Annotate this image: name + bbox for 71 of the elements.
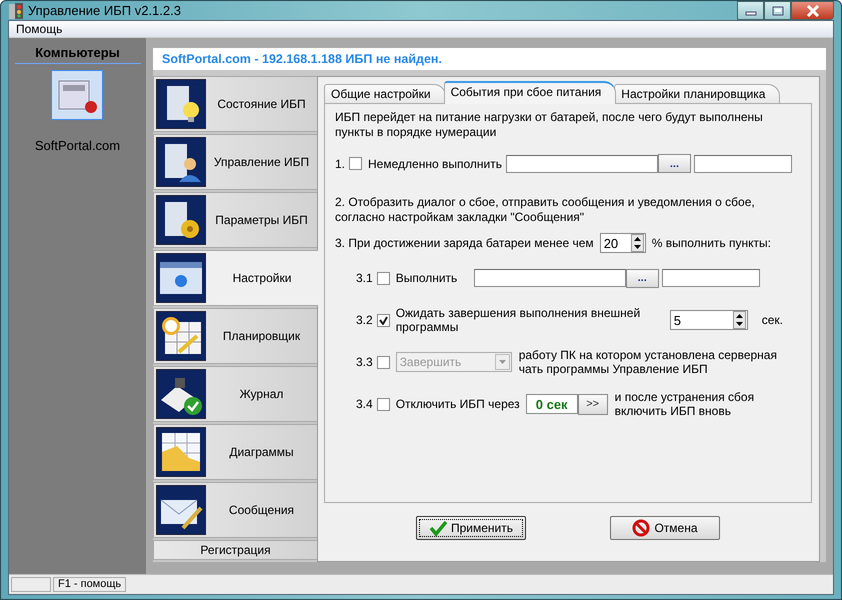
step-label: % выполнить пункты: <box>652 236 771 250</box>
nav-item[interactable]: Регистрация <box>153 540 317 560</box>
printer-check-icon <box>156 369 206 419</box>
tab[interactable]: События при сбое питания <box>444 81 616 104</box>
tab[interactable]: Общие настройки <box>324 84 446 103</box>
computer-name: SoftPortal.com <box>34 138 120 153</box>
step-label: работу ПК на котором установлена серверная чать программы Управление ИБП <box>518 348 778 376</box>
browse-button[interactable]: ... <box>626 268 659 288</box>
window-title: Управление ИБП v2.1.2.3 <box>28 3 182 18</box>
nav-item[interactable]: Управление ИБП <box>153 134 317 190</box>
app-icon <box>8 2 24 20</box>
server-bulb-icon <box>156 79 206 129</box>
envelope-pencil-icon <box>156 485 206 535</box>
panel-title: Компьютеры <box>14 45 140 64</box>
computer-item[interactable] <box>51 70 104 120</box>
menu-item[interactable]: Помощь <box>13 22 66 36</box>
step-label: Ожидать завершения выполнения внешней программы <box>396 306 642 334</box>
nav-item[interactable]: Сообщения <box>153 482 317 538</box>
minimize-button[interactable] <box>737 1 764 20</box>
apply-button[interactable]: Применить <box>416 516 526 540</box>
server-gear-icon <box>156 195 206 245</box>
step-label: 3. При достижении заряда батареи менее чем <box>335 236 594 250</box>
status-panel <box>11 577 51 592</box>
cancel-button[interactable]: Отмена <box>610 516 720 540</box>
step-label: Выполнить <box>396 271 458 285</box>
nav-item[interactable]: Состояние ИБП <box>153 76 317 132</box>
step-label: и после устранения сбоя включить ИБП вновь <box>614 390 756 418</box>
tab[interactable]: Настройки планировщика <box>614 84 780 103</box>
maximize-button[interactable] <box>764 1 791 20</box>
maximize-icon <box>772 6 784 16</box>
checkbox[interactable] <box>376 272 390 284</box>
delay-field[interactable]: 0 сек <box>526 394 578 414</box>
checkbox[interactable] <box>376 398 390 410</box>
step-number: 3.2 <box>356 313 373 327</box>
description-text: ИБП перейдет на питание нагрузки от батарей, после чего будут выполнены пункты в порядке нумерации <box>335 110 764 140</box>
browse-button[interactable]: ... <box>658 154 691 173</box>
step-description: 2. Отобразить диалог о сбое, отправить сообщения и уведомления о сбое, согласно настройкам закладки "Сообщения" <box>335 195 756 225</box>
area-chart-icon <box>156 427 206 477</box>
step-label: Отключить ИБП через <box>396 397 520 411</box>
unit-label: сек. <box>762 313 783 327</box>
step-number: 3.1 <box>356 271 373 285</box>
path-field[interactable] <box>474 269 626 287</box>
checkbox[interactable] <box>376 314 390 326</box>
nav-item[interactable]: Настройки <box>153 250 318 306</box>
spin-arrows-icon <box>732 311 746 329</box>
status-text: F1 - помощь <box>53 577 126 592</box>
spin-arrows-icon <box>630 234 644 252</box>
number-spinbox[interactable]: 5 <box>670 310 748 330</box>
checkbox[interactable] <box>349 157 362 170</box>
nav-item[interactable]: Планировщик <box>153 308 317 364</box>
status-header: SoftPortal.com - 192.168.1.188 ИБП не найден. <box>153 48 826 70</box>
calendar-clock-icon <box>156 311 206 361</box>
prohibited-icon <box>632 519 650 537</box>
close-button[interactable] <box>791 1 834 20</box>
parameters-field[interactable] <box>694 154 792 172</box>
number-spinbox[interactable]: 20 <box>600 233 646 253</box>
nav-item[interactable]: Журнал <box>153 366 317 422</box>
step-number: 3.3 <box>356 355 373 369</box>
delay-button[interactable]: >> <box>578 394 608 414</box>
step-number: 3.4 <box>356 397 373 411</box>
window-gear-icon <box>156 253 206 303</box>
step-number: 1. <box>335 156 346 170</box>
checkmark-icon <box>428 519 447 537</box>
server-person-icon <box>156 137 206 187</box>
step-label: Немедленно выполнить <box>368 156 502 170</box>
nav-item[interactable]: Диаграммы <box>153 424 317 480</box>
parameters-field[interactable] <box>662 269 760 287</box>
checkmark-icon <box>378 316 388 324</box>
close-icon <box>806 4 820 16</box>
nav-item[interactable]: Параметры ИБП <box>153 192 317 248</box>
path-field[interactable] <box>506 154 658 172</box>
